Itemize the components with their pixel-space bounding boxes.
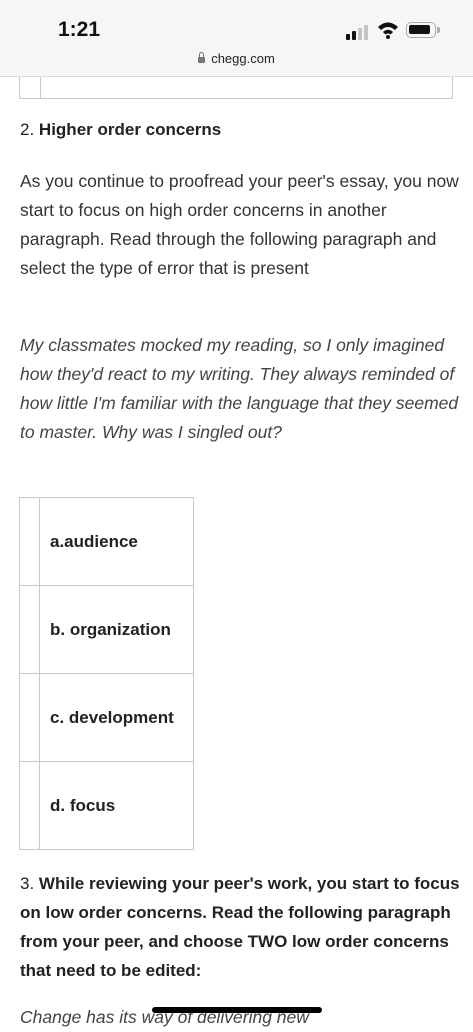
address-bar[interactable]: chegg.com (0, 51, 473, 66)
status-bar: 1:21 chegg.com (0, 0, 473, 77)
option-row[interactable]: c. development (19, 673, 194, 762)
option-d[interactable]: d. focus (39, 761, 194, 850)
previous-table-fragment (19, 77, 453, 99)
url-text: chegg.com (211, 51, 275, 66)
question-3-prompt: While reviewing your peer's work, you st… (20, 874, 460, 980)
option-b[interactable]: b. organization (39, 585, 194, 674)
question-2-heading: 2. Higher order concerns (20, 120, 221, 140)
option-row[interactable]: b. organization (19, 585, 194, 674)
status-time: 1:21 (58, 18, 101, 41)
cellular-signal-icon (346, 24, 370, 40)
question-2-intro: As you continue to proofread your peer's… (20, 171, 459, 278)
question-3-text: 3. While reviewing your peer's work, you… (20, 869, 460, 985)
option-c[interactable]: c. development (39, 673, 194, 762)
question-2-excerpt: My classmates mocked my reading, so I on… (20, 335, 459, 442)
option-row[interactable]: a.audience (19, 497, 194, 586)
wifi-icon (378, 22, 398, 39)
question-2-title: Higher order concerns (38, 120, 222, 139)
lock-icon (198, 52, 206, 63)
question-3-number: 3. (20, 874, 35, 893)
battery-tip (437, 27, 440, 33)
option-a[interactable]: a.audience (39, 497, 194, 586)
option-row[interactable]: d. focus (19, 761, 194, 850)
answer-options-table: a.audience b. organization c. developmen… (19, 497, 194, 850)
home-indicator[interactable] (152, 1007, 322, 1013)
battery-icon (406, 22, 436, 38)
question-2-number: 2. (20, 120, 35, 139)
